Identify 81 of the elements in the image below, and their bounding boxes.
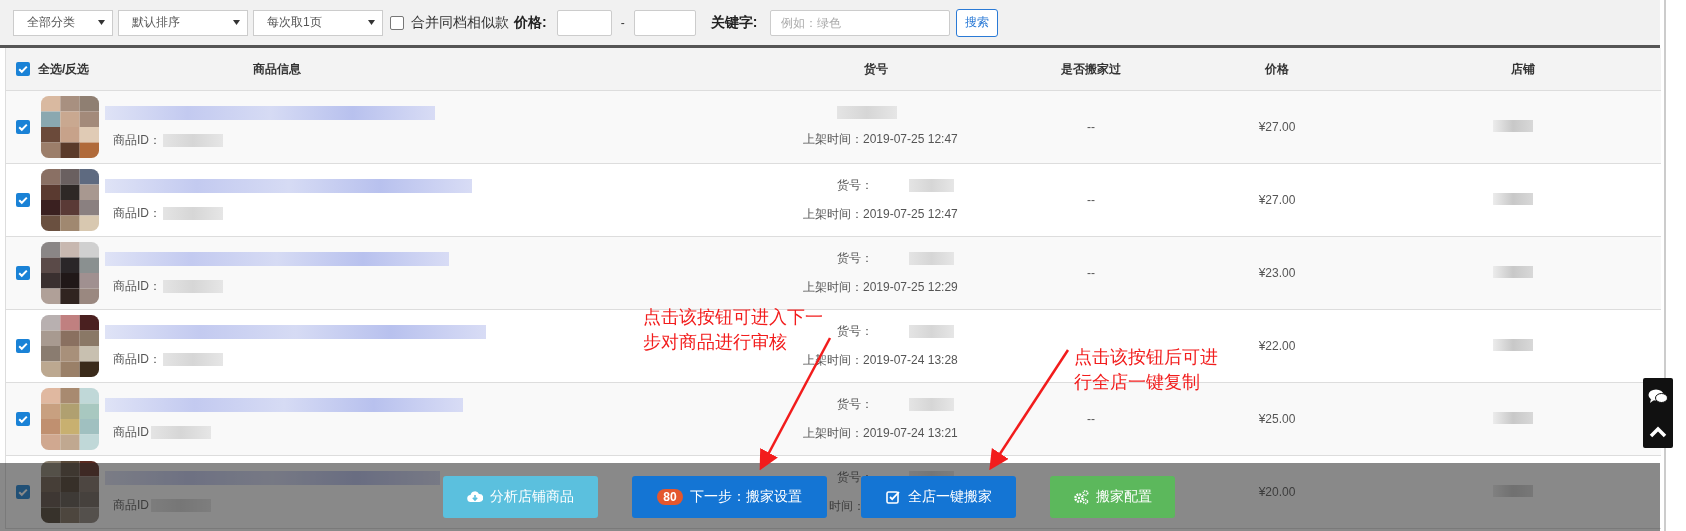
sku-label: 货号： bbox=[837, 250, 873, 267]
listed-time: 上架时间：2019-07-24 13:21 bbox=[803, 425, 958, 442]
blurred-text bbox=[1493, 192, 1533, 205]
moved-status: -- bbox=[1087, 412, 1095, 426]
checkbox[interactable] bbox=[16, 62, 30, 76]
blurred-text bbox=[909, 252, 954, 265]
column-header: 价格 bbox=[1265, 61, 1289, 76]
scroll-top-icon[interactable] bbox=[1649, 426, 1667, 438]
blurred-text bbox=[837, 106, 897, 119]
count-badge: 80 bbox=[657, 489, 683, 505]
blurred-text bbox=[909, 179, 954, 192]
annotation-text: 行全店一键复制 bbox=[1074, 371, 1200, 394]
column-header: 商品信息 bbox=[253, 61, 301, 76]
price-label: 价格: bbox=[514, 13, 547, 32]
price: ¥22.00 bbox=[1258, 339, 1296, 353]
blurred-text bbox=[163, 352, 223, 366]
select-all-label: 全选/反选 bbox=[38, 60, 90, 78]
blurred-text bbox=[909, 325, 954, 338]
blurred-text bbox=[1493, 119, 1533, 132]
checkbox[interactable] bbox=[16, 193, 30, 207]
blurred-text bbox=[1493, 338, 1533, 351]
checkbox[interactable] bbox=[390, 15, 404, 30]
blurred-text bbox=[1493, 484, 1533, 497]
dropdown[interactable]: 默认排序 bbox=[118, 9, 248, 36]
checkbox[interactable] bbox=[16, 485, 30, 499]
price: ¥25.00 bbox=[1258, 412, 1296, 426]
sku-label: 货号： bbox=[837, 177, 873, 194]
checkbox-label: 合并同档相似款 bbox=[411, 13, 509, 32]
action-button[interactable]: 搬家配置 bbox=[1050, 476, 1175, 518]
caret-icon bbox=[233, 20, 240, 25]
blurred-text bbox=[151, 425, 211, 439]
checkbox[interactable] bbox=[16, 266, 30, 280]
price: ¥20.00 bbox=[1258, 485, 1296, 499]
max-price-field[interactable] bbox=[633, 9, 696, 36]
checkbox[interactable] bbox=[16, 339, 30, 353]
dropdown[interactable]: 全部分类 bbox=[13, 9, 113, 36]
moved-status: -- bbox=[1087, 120, 1095, 134]
blurred-text bbox=[163, 206, 223, 220]
cloud-download-icon bbox=[467, 489, 483, 505]
sku-label: 货号： bbox=[837, 396, 873, 413]
blurred-text bbox=[163, 279, 223, 293]
price: ¥23.00 bbox=[1258, 266, 1296, 280]
sku-label: 货号： bbox=[837, 323, 873, 340]
goods-id-label: 商品ID： bbox=[113, 204, 161, 222]
gears-icon bbox=[1073, 489, 1089, 505]
price: ¥27.00 bbox=[1258, 120, 1296, 134]
action-button[interactable]: 80 下一步：搬家设置 bbox=[632, 476, 827, 518]
keyword-field[interactable]: 例如：绿色 bbox=[770, 9, 951, 36]
column-header: 货号 bbox=[864, 61, 888, 76]
goods-id-label: 商品ID bbox=[113, 496, 149, 514]
listed-time: 上架时间：2019-07-25 12:29 bbox=[803, 279, 958, 296]
column-header: 是否搬家过 bbox=[1061, 61, 1121, 76]
column-header: 店铺 bbox=[1511, 61, 1535, 76]
range-separator: - bbox=[620, 15, 625, 30]
keyword-label: 关键字: bbox=[710, 13, 758, 32]
annotation-text: 点击该按钮后可进 bbox=[1074, 346, 1218, 369]
blurred-text bbox=[1493, 265, 1533, 278]
goods-id-label: 商品ID： bbox=[113, 277, 161, 295]
blurred-text bbox=[163, 133, 223, 147]
search-button[interactable]: 搜索 bbox=[956, 8, 999, 37]
annotation-text: 点击该按钮可进入下一 bbox=[643, 306, 823, 329]
checkbox[interactable] bbox=[16, 412, 30, 426]
listed-time: 上架时间：2019-07-25 12:47 bbox=[803, 206, 958, 223]
checkbox-icon bbox=[885, 489, 901, 505]
caret-icon bbox=[98, 20, 105, 25]
goods-id-label: 商品ID： bbox=[113, 350, 161, 368]
caret-icon bbox=[368, 20, 375, 25]
goods-id-label: 商品ID bbox=[113, 423, 149, 441]
blurred-text bbox=[909, 398, 954, 411]
checkbox[interactable] bbox=[16, 120, 30, 134]
goods-id-label: 商品ID： bbox=[113, 131, 161, 149]
annotation-text: 步对商品进行审核 bbox=[643, 331, 787, 354]
price: ¥27.00 bbox=[1258, 193, 1296, 207]
chat-icon[interactable] bbox=[1648, 388, 1668, 406]
moved-status: -- bbox=[1087, 193, 1095, 207]
listed-time: 上架时间：2019-07-25 12:47 bbox=[803, 131, 958, 148]
blurred-text bbox=[1493, 411, 1533, 424]
dropdown[interactable]: 每次取1页 bbox=[253, 9, 383, 36]
action-button[interactable]: 全店一键搬家 bbox=[861, 476, 1016, 518]
min-price-field[interactable] bbox=[556, 9, 612, 36]
moved-status: -- bbox=[1087, 266, 1095, 280]
